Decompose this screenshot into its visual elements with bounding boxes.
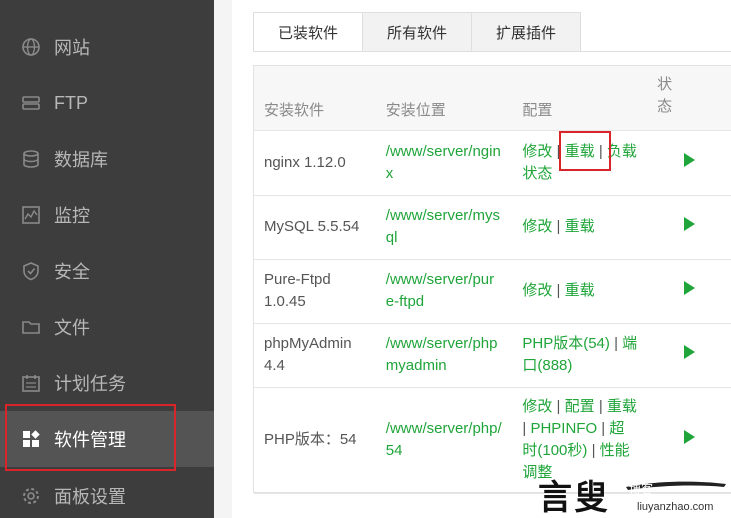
separator: | bbox=[556, 218, 561, 235]
calendar-icon bbox=[21, 373, 41, 393]
separator: | bbox=[614, 335, 618, 352]
config-cell: 修改 | 重载 bbox=[512, 259, 648, 324]
sidebar-item-label: FTP bbox=[54, 92, 88, 113]
modify-link[interactable]: 修改 bbox=[522, 143, 552, 160]
globe-icon bbox=[21, 37, 41, 57]
watermark-subtitle: 博客 bbox=[629, 482, 654, 496]
install-path-link[interactable]: /www/server/pure-ftpd bbox=[375, 259, 513, 324]
play-icon[interactable] bbox=[683, 430, 695, 444]
table-row: phpMyAdmin 4.4 /www/server/phpmyadmin PH… bbox=[254, 323, 731, 388]
software-table: 安装软件 安装位置 配置 状态 nginx 1.12.0 /www/server… bbox=[253, 65, 731, 494]
folder-icon bbox=[21, 317, 41, 337]
apps-icon bbox=[21, 429, 41, 449]
tab-bar: 已装软件 所有软件 扩展插件 bbox=[253, 12, 582, 52]
separator: | bbox=[556, 282, 561, 299]
separator: | bbox=[591, 442, 596, 459]
tab-plugins[interactable]: 扩展插件 bbox=[471, 12, 582, 52]
install-path-link[interactable]: /www/server/nginx bbox=[375, 130, 513, 196]
config-cell: PHP版本(54) | 端口(888) bbox=[512, 323, 648, 388]
sidebar-item-panel-settings[interactable]: 面板设置 bbox=[0, 468, 214, 518]
sidebar-item-label: 计划任务 bbox=[54, 374, 126, 394]
sidebar-item-security[interactable]: 安全 bbox=[0, 243, 214, 299]
install-path-link[interactable]: /www/server/php/54 bbox=[375, 387, 513, 494]
separator: | bbox=[556, 142, 561, 160]
install-path-link[interactable]: /www/server/mysql bbox=[375, 195, 513, 260]
sidebar-item-label: 监控 bbox=[54, 206, 90, 226]
header-software: 安装软件 bbox=[254, 66, 376, 131]
install-path-link[interactable]: /www/server/phpmyadmin bbox=[375, 323, 513, 388]
sidebar-item-website[interactable]: 网站 bbox=[0, 19, 214, 75]
sidebar-item-ftp[interactable]: FTP bbox=[0, 75, 214, 131]
play-icon[interactable] bbox=[683, 152, 695, 167]
sidebar-item-label: 网站 bbox=[54, 38, 90, 58]
watermark-url: liuyanzhao.com bbox=[637, 501, 714, 513]
separator: | bbox=[522, 420, 527, 437]
play-icon[interactable] bbox=[683, 281, 695, 295]
sidebar-item-label: 软件管理 bbox=[54, 430, 126, 450]
play-icon[interactable] bbox=[683, 217, 695, 231]
separator: | bbox=[598, 398, 603, 415]
reload-link[interactable]: 重载 bbox=[565, 282, 595, 299]
sidebar-item-label: 安全 bbox=[54, 262, 90, 282]
software-name: MySQL 5.5.54 bbox=[254, 195, 376, 260]
table-row: Pure-Ftpd 1.0.45 /www/server/pure-ftpd 修… bbox=[254, 259, 731, 324]
software-name: PHP版本：54 bbox=[254, 387, 376, 494]
watermark-logo: 言叟 博客 liuyanzhao.com bbox=[532, 470, 731, 518]
tab-divider bbox=[253, 51, 731, 52]
watermark-title: 言叟 bbox=[538, 478, 610, 518]
software-name: nginx 1.12.0 bbox=[254, 130, 376, 196]
status-cell bbox=[647, 195, 731, 260]
sidebar-item-monitor[interactable]: 监控 bbox=[0, 187, 214, 243]
separator: | bbox=[598, 142, 603, 160]
separator: | bbox=[601, 420, 606, 437]
header-path: 安装位置 bbox=[375, 66, 513, 131]
play-icon[interactable] bbox=[683, 345, 695, 359]
table-header-row: 安装软件 安装位置 配置 状态 bbox=[254, 66, 731, 131]
reload-link[interactable]: 重载 bbox=[607, 398, 637, 415]
ftp-icon bbox=[21, 93, 41, 113]
gear-icon bbox=[21, 486, 41, 506]
php-version-link[interactable]: PHP版本(54) bbox=[522, 335, 610, 352]
monitor-icon bbox=[21, 205, 41, 225]
sidebar-item-label: 面板设置 bbox=[54, 487, 126, 507]
modify-link[interactable]: 修改 bbox=[522, 398, 552, 415]
tab-installed[interactable]: 已装软件 bbox=[253, 12, 364, 52]
reload-link[interactable]: 重载 bbox=[565, 143, 595, 160]
main-content: 已装软件 所有软件 扩展插件 安装软件 安装位置 配置 状态 nginx 1.1… bbox=[232, 0, 731, 518]
sidebar-item-cron[interactable]: 计划任务 bbox=[0, 355, 214, 411]
sidebar-item-files[interactable]: 文件 bbox=[0, 299, 214, 355]
reload-link[interactable]: 重载 bbox=[565, 218, 595, 235]
status-cell bbox=[647, 259, 731, 324]
header-status: 状态 bbox=[647, 66, 731, 131]
config-cell: 修改 | 重载 | 负载状态 bbox=[512, 130, 648, 196]
shield-icon bbox=[21, 261, 41, 281]
sidebar-item-label: 数据库 bbox=[54, 150, 108, 170]
sidebar: 网站 FTP 数据库 监控 安全 文件 计划任务 软件管理 面板设置 bbox=[0, 0, 214, 518]
database-icon bbox=[21, 149, 41, 169]
sidebar-item-database[interactable]: 数据库 bbox=[0, 131, 214, 187]
table-row: nginx 1.12.0 /www/server/nginx 修改 | 重载 |… bbox=[254, 130, 731, 196]
sidebar-item-label: 文件 bbox=[54, 318, 90, 338]
phpinfo-link[interactable]: PHPINFO bbox=[530, 420, 597, 437]
software-name: Pure-Ftpd 1.0.45 bbox=[254, 259, 376, 324]
table-row: MySQL 5.5.54 /www/server/mysql 修改 | 重载 bbox=[254, 195, 731, 260]
separator: | bbox=[556, 398, 561, 415]
software-name: phpMyAdmin 4.4 bbox=[254, 323, 376, 388]
config-cell: 修改 | 重载 bbox=[512, 195, 648, 260]
sidebar-item-software[interactable]: 软件管理 bbox=[0, 411, 214, 467]
header-config: 配置 bbox=[512, 66, 648, 131]
header-status-text: 状态 bbox=[657, 75, 673, 115]
config-link[interactable]: 配置 bbox=[565, 398, 595, 415]
modify-link[interactable]: 修改 bbox=[522, 282, 552, 299]
modify-link[interactable]: 修改 bbox=[522, 218, 552, 235]
status-cell bbox=[647, 323, 731, 388]
status-cell bbox=[647, 130, 731, 196]
tab-all-software[interactable]: 所有软件 bbox=[362, 12, 473, 52]
